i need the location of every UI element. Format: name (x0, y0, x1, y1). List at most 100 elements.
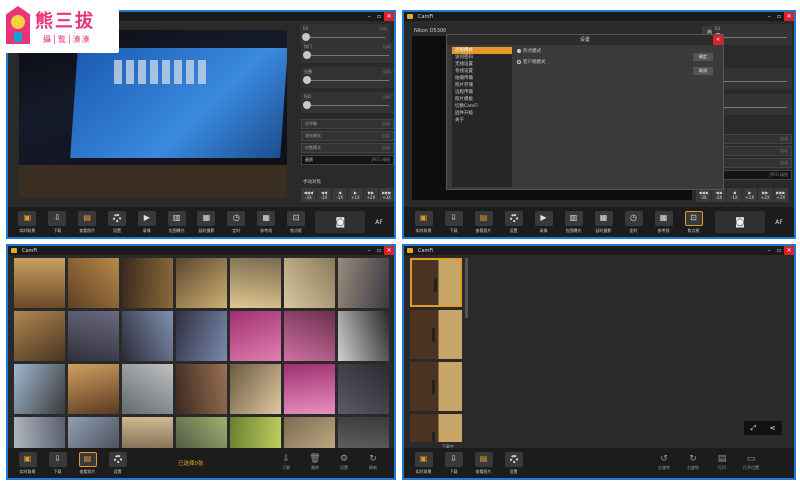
metering-select[interactable]: 测光模式 自动 (301, 131, 394, 141)
toolbar-button-6[interactable]: ▦ 延时摄影 (193, 209, 220, 235)
dialog-close-icon[interactable]: ✕ (713, 35, 723, 45)
q4-action-2[interactable]: ▤ 打印 (709, 450, 735, 476)
ev-slider[interactable]: EV (712, 24, 792, 45)
settings-menu-item[interactable]: 照片存储 (452, 82, 512, 89)
photo-thumbnail[interactable] (122, 258, 173, 308)
focus-step-2[interactable]: ◀ -1X (332, 188, 348, 202)
minimize-icon[interactable]: – (764, 12, 774, 21)
shutter-slider[interactable] (712, 68, 792, 89)
fullscreen-icon[interactable]: ⤢ (751, 424, 757, 433)
focus-step-4[interactable]: ▶▶ +2X (363, 188, 379, 202)
share-icon[interactable]: ⋖ (769, 424, 775, 432)
maximize-icon[interactable]: ▫ (774, 12, 784, 21)
toolbar-button-4[interactable]: ▶ 录像 (530, 209, 557, 235)
photo-thumbnail[interactable] (176, 258, 227, 308)
photo-thumbnail[interactable] (14, 311, 65, 361)
photo-thumbnail[interactable] (176, 364, 227, 414)
cancel-button[interactable]: 取消 (693, 67, 713, 75)
maximize-icon[interactable]: ▫ (774, 246, 784, 255)
strip-thumbnail[interactable] (410, 362, 462, 411)
focus-step-4[interactable]: ▶▶ +2X (758, 188, 773, 202)
toolbar-button-1[interactable]: ⇩ 下载 (44, 209, 71, 235)
capture-button[interactable]: ◙ (715, 211, 765, 233)
photo-thumbnail[interactable] (284, 311, 335, 361)
wb-select[interactable]: 白平衡 自动 (301, 119, 394, 129)
photo-thumbnail[interactable] (14, 258, 65, 308)
af-button[interactable]: AF (768, 219, 790, 226)
q3-action-1[interactable]: 🗑 删除 (302, 450, 328, 476)
toolbar-button-4[interactable]: ▶ 录像 (133, 209, 160, 235)
photo-thumbnail[interactable] (122, 364, 173, 414)
minimize-icon[interactable]: – (764, 246, 774, 255)
focus-step-1[interactable]: ◀◀ -2X (316, 188, 332, 202)
toolbar-button-2[interactable]: ▤ 查看照片 (74, 209, 101, 235)
toolbar-button-7[interactable]: ◷ 定时 (620, 209, 647, 235)
toolbar-button-2[interactable]: ▤ 查看照片 (74, 450, 101, 476)
settings-menu-item[interactable]: 远程传输 (452, 89, 512, 96)
toolbar-button-3[interactable]: 设置 (500, 450, 527, 476)
toolbar-button-7[interactable]: ◷ 定时 (223, 209, 250, 235)
focus-step-0[interactable]: ◀◀◀ -3X (301, 188, 316, 202)
toolbar-button-9[interactable]: ⊡ 焦点框 (680, 209, 707, 235)
focus-step-0[interactable]: ◀◀◀ -3X (696, 188, 711, 202)
photo-thumbnail[interactable] (176, 311, 227, 361)
toolbar-button-8[interactable]: ▦ 参考线 (253, 209, 280, 235)
settings-menu-item[interactable]: 关于 (452, 117, 512, 124)
settings-menu-item[interactable]: 访问密码 (452, 54, 512, 61)
photo-thumbnail[interactable] (284, 364, 335, 414)
q4-action-1[interactable]: ↻ 右旋转 (680, 450, 706, 476)
settings-menu-item[interactable]: 无线设置 (452, 61, 512, 68)
photo-thumbnail[interactable] (14, 364, 65, 414)
settings-menu-item[interactable]: 照片模板 (452, 96, 512, 103)
minimize-icon[interactable]: – (364, 12, 374, 21)
iso-slider[interactable]: ISO 自动 (301, 92, 394, 113)
q3-action-3[interactable]: ↻ 刷新 (360, 450, 386, 476)
photo-thumbnail[interactable] (338, 258, 389, 308)
client-radio[interactable]: 客户端模式 (517, 59, 546, 65)
shutter-knob[interactable] (303, 51, 311, 59)
close-icon[interactable]: ✕ (384, 12, 394, 21)
ev-knob[interactable] (302, 33, 310, 41)
settings-menu-item[interactable]: 切换CamFi (452, 103, 512, 110)
focus-step-5[interactable]: ▶▶▶ +3X (773, 188, 788, 202)
close-icon[interactable]: ✕ (784, 246, 794, 255)
toolbar-button-0[interactable]: ▣ 实时取景 (14, 450, 41, 476)
q3-action-2[interactable]: ⚙ 设置 (331, 450, 357, 476)
confirm-button[interactable]: 确定 (693, 53, 713, 61)
strip-thumbnail[interactable] (410, 414, 462, 442)
photo-thumbnail[interactable] (230, 311, 281, 361)
maximize-icon[interactable]: ▫ (374, 12, 384, 21)
toolbar-button-8[interactable]: ▦ 参考线 (650, 209, 677, 235)
focus-step-1[interactable]: ◀◀ -2X (711, 188, 726, 202)
aperture-slider[interactable]: 光圈 自动 (301, 67, 394, 88)
toolbar-button-5[interactable]: ▥ 包围曝光 (163, 209, 190, 235)
wb-select[interactable]: 自动 (712, 134, 792, 144)
toolbar-button-2[interactable]: ▤ 查看照片 (470, 209, 497, 235)
focus-step-3[interactable]: ▶ +1X (742, 188, 757, 202)
q3-action-0[interactable]: ⇩ 下载 (273, 450, 299, 476)
metering-select[interactable]: 自动 (712, 146, 792, 156)
toolbar-button-3[interactable]: 设置 (104, 450, 131, 476)
toolbar-button-9[interactable]: ⊡ 焦点框 (283, 209, 310, 235)
capture-button[interactable]: ◙ (315, 211, 366, 233)
minimize-icon[interactable]: – (364, 246, 374, 255)
photo-thumbnail[interactable] (338, 364, 389, 414)
toolbar-button-0[interactable]: ▣ 实时取景 (410, 209, 437, 235)
shutter-slider[interactable]: 快门 自动 (301, 42, 394, 63)
af-button[interactable]: AF (368, 219, 390, 226)
iso-knob[interactable] (303, 101, 311, 109)
toolbar-button-6[interactable]: ▦ 延时摄影 (590, 209, 617, 235)
strip-scrollbar[interactable] (465, 258, 468, 318)
toolbar-button-3[interactable]: 设置 (500, 209, 527, 235)
photo-thumbnail[interactable] (230, 258, 281, 308)
focus-step-3[interactable]: ▶ +1X (348, 188, 363, 202)
strip-thumbnail[interactable] (410, 310, 462, 359)
strip-thumbnail[interactable] (410, 258, 462, 307)
focus-step-2[interactable]: ◀ -1X (727, 188, 742, 202)
quality-select[interactable]: JPEG 精细 (712, 170, 792, 180)
close-icon[interactable]: ✕ (384, 246, 394, 255)
settings-menu-item[interactable]: 连接模式 (452, 47, 512, 54)
photo-thumbnail[interactable] (122, 311, 173, 361)
photo-thumbnail[interactable] (68, 364, 119, 414)
toolbar-button-1[interactable]: ⇩ 下载 (440, 450, 467, 476)
